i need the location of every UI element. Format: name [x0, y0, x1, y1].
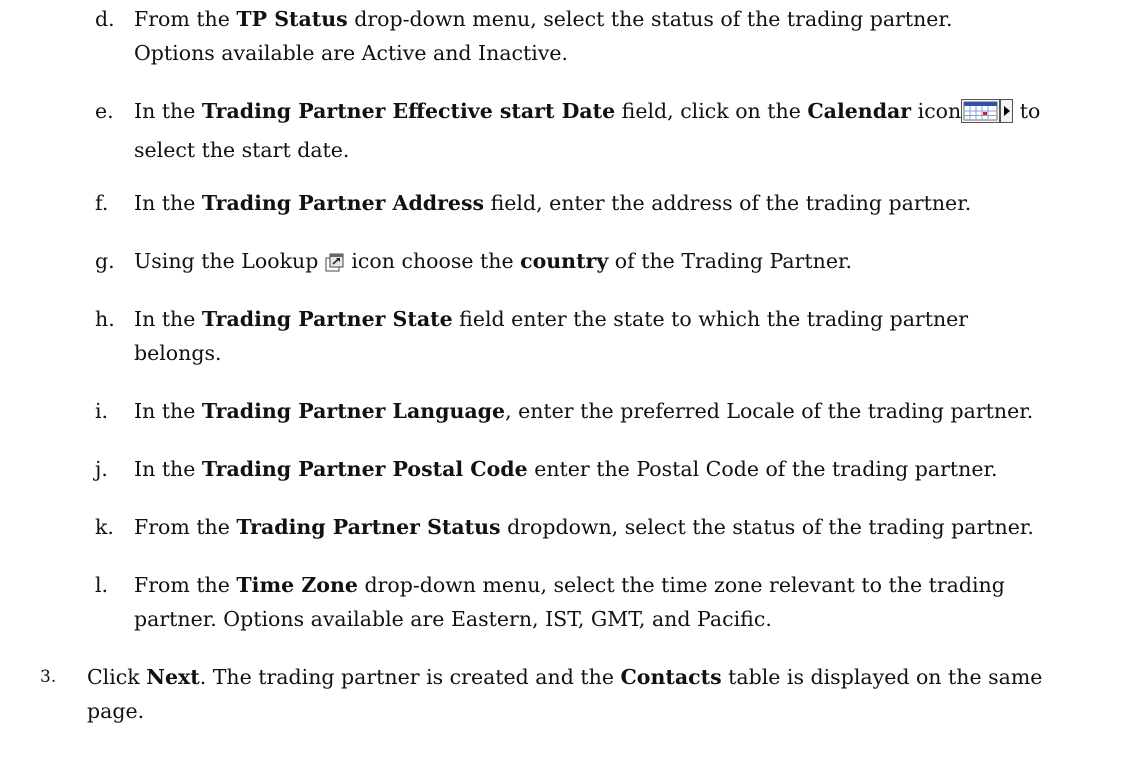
- text-run: of the Trading Partner.: [608, 249, 853, 273]
- item-text: In the Trading Partner State field enter…: [134, 302, 1134, 370]
- bold-run: Contacts: [620, 665, 722, 689]
- item-text: Using the Lookup icon choose the country…: [134, 244, 1134, 283]
- text-line2: partner. Options available are Eastern, …: [134, 607, 772, 631]
- text-run: . The trading partner is created and the: [199, 665, 621, 689]
- list-item-e: e. In the Trading Partner Effective star…: [0, 94, 1135, 164]
- text-run: drop-down menu, select the time zone rel…: [357, 573, 1005, 597]
- item-text: From the Time Zone drop-down menu, selec…: [134, 568, 1134, 636]
- list-item-g: g. Using the Lookup icon choose the coun…: [0, 244, 1135, 280]
- item-letter: k.: [95, 515, 114, 539]
- bold-run: Trading Partner Postal Code: [201, 457, 528, 481]
- list-item-f: f. In the Trading Partner Address field,…: [0, 186, 1135, 222]
- item-text: In the Trading Partner Effective start D…: [134, 94, 1134, 167]
- text-run: icon: [911, 99, 962, 123]
- calendar-icon[interactable]: [961, 99, 1014, 133]
- item-letter: e.: [95, 99, 114, 123]
- list-item-i: i. In the Trading Partner Language, ente…: [0, 394, 1135, 430]
- bold-run: Next: [146, 665, 200, 689]
- text-run: In the: [134, 99, 202, 123]
- bold-run: Trading Partner Language: [201, 399, 506, 423]
- text-run: Click: [87, 665, 147, 689]
- text-run: field, click on the: [615, 99, 808, 123]
- bold-run: Trading Partner Address: [201, 191, 485, 215]
- text-line2: Options available are Active and Inactiv…: [134, 41, 569, 65]
- text-run: field enter the state to which the tradi…: [452, 307, 969, 331]
- text-run: table is displayed on the same: [721, 665, 1043, 689]
- item-letter: i.: [95, 399, 109, 423]
- item-letter: j.: [95, 457, 108, 481]
- lookup-icon[interactable]: [325, 249, 345, 283]
- list-item-l: l. From the Time Zone drop-down menu, se…: [0, 568, 1135, 638]
- text-run: enter the Postal Code of the trading par…: [527, 457, 998, 481]
- item-letter: d.: [95, 7, 115, 31]
- text-line2: belongs.: [134, 341, 222, 365]
- text-run: From the: [134, 7, 237, 31]
- text-run: field, enter the address of the trading …: [484, 191, 972, 215]
- item-text: From the Trading Partner Status dropdown…: [134, 510, 1134, 544]
- list-item-d: d. From the TP Status drop-down menu, se…: [0, 2, 1135, 72]
- list-item-k: k. From the Trading Partner Status dropd…: [0, 510, 1135, 546]
- list-item-j: j. In the Trading Partner Postal Code en…: [0, 452, 1135, 488]
- text-run: , enter the preferred Locale of the trad…: [505, 399, 1034, 423]
- item-letter: g.: [95, 249, 115, 273]
- bold-run: country: [520, 249, 609, 273]
- text-run: In the: [134, 191, 202, 215]
- text-run: In the: [134, 399, 202, 423]
- text-line2: page.: [87, 699, 145, 723]
- text-run: dropdown, select the status of the tradi…: [500, 515, 1034, 539]
- item-letter: f.: [95, 191, 109, 215]
- item-text: In the Trading Partner Address field, en…: [134, 186, 1134, 220]
- text-line2: select the start date.: [134, 138, 350, 162]
- bold-run: TP Status: [236, 7, 348, 31]
- bold-run: Calendar: [807, 99, 912, 123]
- item-text: In the Trading Partner Language, enter t…: [134, 394, 1134, 428]
- item-text: In the Trading Partner Postal Code enter…: [134, 452, 1134, 486]
- text-run: icon choose the: [344, 249, 521, 273]
- text-run: From the: [134, 515, 237, 539]
- step-number: 3.: [40, 667, 57, 687]
- bold-run: Trading Partner State: [201, 307, 453, 331]
- bold-run: Trading Partner Effective start Date: [201, 99, 616, 123]
- item-letter: l.: [95, 573, 109, 597]
- text-run: From the: [134, 573, 237, 597]
- text-run: to: [1013, 99, 1041, 123]
- text-run: drop-down menu, select the status of the…: [347, 7, 953, 31]
- bold-run: Time Zone: [236, 573, 358, 597]
- text-run: In the: [134, 307, 202, 331]
- bold-run: Trading Partner Status: [236, 515, 501, 539]
- step-3: 3. Click Next. The trading partner is cr…: [0, 660, 1135, 730]
- step-text: Click Next. The trading partner is creat…: [87, 660, 1132, 728]
- item-text: From the TP Status drop-down menu, selec…: [134, 2, 1134, 70]
- list-item-h: h. In the Trading Partner State field en…: [0, 302, 1135, 372]
- text-run: Using the Lookup: [134, 249, 325, 273]
- item-letter: h.: [95, 307, 115, 331]
- text-run: In the: [134, 457, 202, 481]
